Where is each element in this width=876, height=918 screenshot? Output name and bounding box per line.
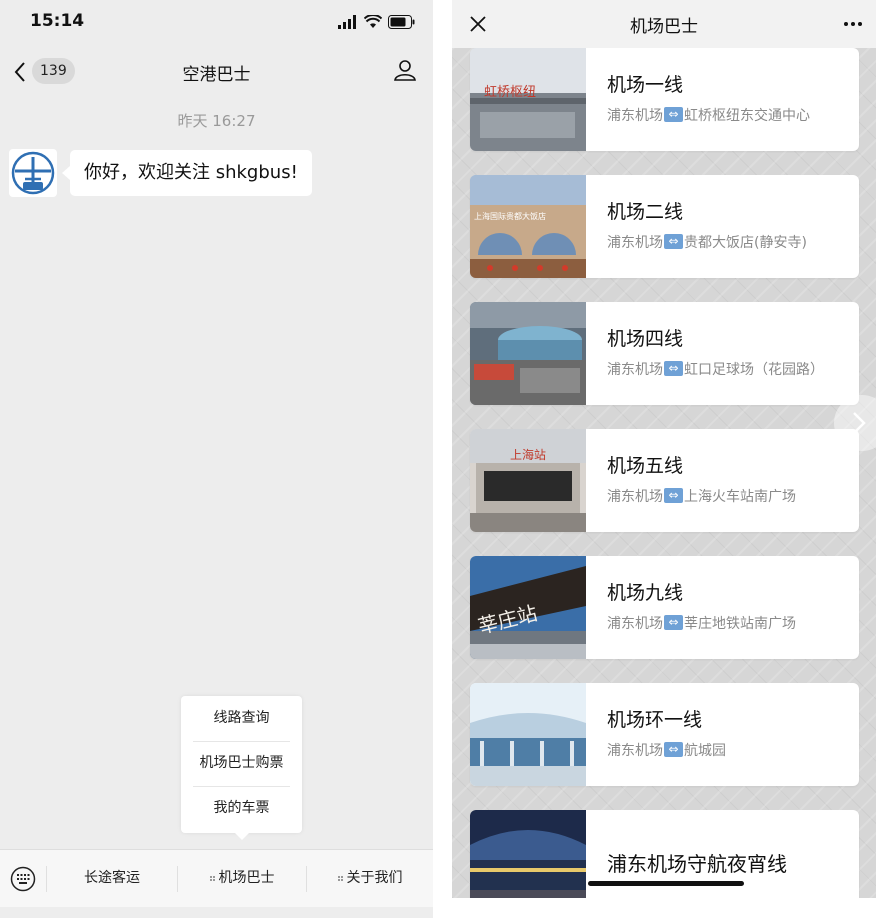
more-icon[interactable] (842, 14, 864, 34)
route-card[interactable]: 机场四线 浦东机场虹口足球场（花园路） (470, 302, 859, 405)
submenu-popup: 线路查询 机场巴士购票 我的车票 (181, 696, 302, 840)
menu-tab-label: 机场巴士 (218, 870, 275, 886)
chevron-right-icon (853, 412, 866, 434)
thumb-sign: 上海国际贵都大饭店 (474, 211, 546, 221)
menu-tab-airport-bus[interactable]: 机场巴士 (178, 850, 306, 908)
two-way-arrow-icon (664, 741, 683, 757)
route-name: 浦东机场守航夜宵线 (607, 852, 787, 876)
airport-bus-page: 机场巴士 虹桥枢纽 机场一线 浦东机场虹桥枢纽东交通中心 上海国际贵都大饭 (452, 0, 876, 918)
two-way-arrow-icon (664, 360, 683, 376)
route-card[interactable]: 上海国际贵都大饭店 机场二线 浦东机场贵都大饭店(静安寺) (470, 175, 859, 278)
submenu-dots-icon (209, 875, 215, 881)
status-bar: 15:14 (0, 0, 433, 44)
route-card[interactable]: 虹桥枢纽 机场一线 浦东机场虹桥枢纽东交通中心 (470, 48, 859, 151)
thumb-sign: 虹桥枢纽 (484, 85, 536, 100)
chat-screen: 15:14 139 空港巴士 昨天 16:27 你好，欢迎关注 shkgbus!… (0, 0, 433, 918)
menu-tab-label: 关于我们 (346, 870, 403, 886)
two-way-arrow-icon (664, 106, 683, 122)
route-name: 机场一线 (607, 74, 684, 96)
menu-tab-about-us[interactable]: 关于我们 (307, 850, 433, 908)
submenu-item-route-query[interactable]: 线路查询 (181, 696, 302, 741)
route-thumbnail: 虹桥枢纽 (470, 48, 586, 151)
route-stops: 浦东机场航城园 (607, 740, 726, 760)
welcome-message: 你好，欢迎关注 shkgbus! (62, 150, 312, 196)
route-card[interactable]: 机场环一线 浦东机场航城园 (470, 683, 859, 786)
keyboard-toggle[interactable] (0, 850, 46, 908)
route-thumbnail (470, 302, 586, 405)
route-thumbnail (470, 683, 586, 786)
route-name: 机场二线 (607, 201, 684, 223)
page-nav-bar: 机场巴士 (452, 0, 876, 48)
chat-title: 空港巴士 (182, 65, 251, 85)
next-page-button[interactable] (834, 395, 876, 451)
signal-icon (338, 15, 356, 29)
two-way-arrow-icon (664, 614, 683, 630)
status-icons (338, 13, 415, 31)
route-thumbnail: 上海国际贵都大饭店 (470, 175, 586, 278)
route-name: 机场九线 (607, 582, 684, 604)
route-card[interactable]: 上海站 机场五线 浦东机场上海火车站南广场 (470, 429, 859, 532)
bottom-menu-bar: 长途客运 机场巴士 关于我们 (0, 849, 433, 908)
two-way-arrow-icon (664, 487, 683, 503)
route-stops: 浦东机场莘庄地铁站南广场 (607, 613, 796, 633)
person-icon[interactable] (393, 58, 417, 82)
submenu-item-buy-ticket[interactable]: 机场巴士购票 (181, 741, 302, 786)
thumb-sign: 上海站 (510, 447, 546, 462)
wifi-icon (364, 15, 382, 28)
route-name: 机场环一线 (607, 709, 703, 731)
menu-tab-label: 长途客运 (84, 870, 140, 886)
avatar[interactable] (9, 149, 57, 197)
route-thumbnail: 上海站 (470, 429, 586, 532)
route-name: 机场五线 (607, 455, 684, 477)
bottom-safe-area (452, 898, 876, 918)
bottom-safe-area (0, 907, 433, 918)
menu-tab-long-distance[interactable]: 长途客运 (47, 850, 177, 908)
submenu-item-my-tickets[interactable]: 我的车票 (181, 786, 302, 831)
route-thumbnail: 莘庄站 (470, 556, 586, 659)
home-indicator (588, 881, 744, 886)
route-stops: 浦东机场虹桥枢纽东交通中心 (607, 105, 810, 125)
submenu-dots-icon (337, 875, 343, 881)
two-way-arrow-icon (664, 233, 683, 249)
page-title: 机场巴士 (630, 17, 698, 37)
bus-logo-icon (11, 151, 55, 195)
keyboard-icon (10, 866, 36, 892)
route-stops: 浦东机场贵都大饭店(静安寺) (607, 232, 807, 252)
status-time: 15:14 (30, 11, 85, 31)
route-name: 机场四线 (607, 328, 684, 350)
route-card[interactable]: 莘庄站 机场九线 浦东机场莘庄地铁站南广场 (470, 556, 859, 659)
message-timestamp: 昨天 16:27 (177, 112, 256, 130)
route-stops: 浦东机场虹口足球场（花园路） (607, 359, 824, 379)
route-stops: 浦东机场上海火车站南广场 (607, 486, 796, 506)
battery-icon (388, 15, 415, 29)
